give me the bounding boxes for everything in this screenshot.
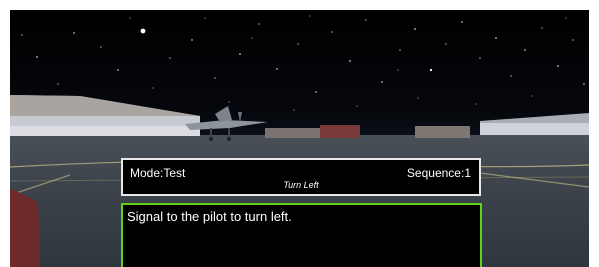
instruction-text: Signal to the pilot to turn left. <box>127 209 292 224</box>
foreground-red-object <box>10 188 40 267</box>
sequence-indicator: Sequence:1 <box>407 166 471 180</box>
sequence-label: Sequence: <box>406 166 465 180</box>
mode-indicator: Mode:Test <box>130 166 185 180</box>
red-building <box>320 125 360 138</box>
mode-label: Mode: <box>130 166 164 180</box>
instruction-panel: Signal to the pilot to turn left. <box>121 203 482 267</box>
current-command: Turn Left <box>283 180 319 190</box>
moon-icon <box>140 28 146 34</box>
sequence-value: 1 <box>464 166 471 180</box>
status-panel: Mode:Test Sequence:1 Turn Left <box>121 158 481 196</box>
game-viewport: Mode:Test Sequence:1 Turn Left Signal to… <box>10 10 589 267</box>
distant-buildings <box>265 125 470 138</box>
right-hangar <box>480 113 589 135</box>
mode-value: Test <box>163 166 186 180</box>
aircraft-icon <box>185 106 268 141</box>
